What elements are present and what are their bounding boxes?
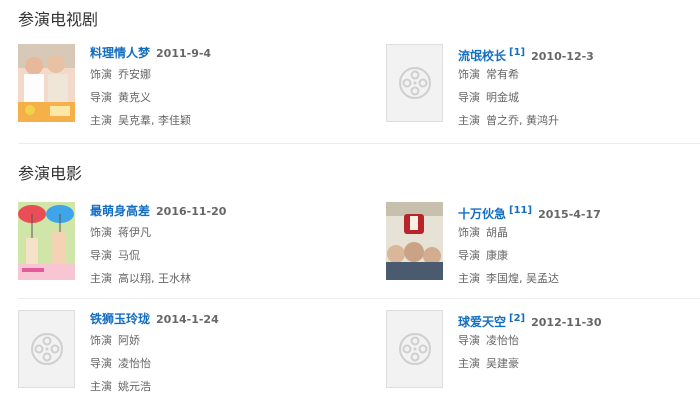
director-label: 导演 xyxy=(90,249,112,262)
section-divider xyxy=(18,143,700,144)
cast-label: 主演 xyxy=(458,357,480,370)
item-title[interactable]: 铁狮玉玲珑 xyxy=(90,312,150,326)
cast-value: 姚元浩 xyxy=(118,380,151,393)
item-title[interactable]: 料理情人梦 xyxy=(90,46,150,60)
cast-label: 主演 xyxy=(458,114,480,127)
role-value: 胡晶 xyxy=(486,226,508,239)
item-title[interactable]: 流氓校长 xyxy=(458,49,506,63)
cast-value: 吴克羣, 李佳颖 xyxy=(118,114,191,127)
cast-label: 主演 xyxy=(90,272,112,285)
movie-item-2[interactable]: 十万伙急 [11] 2015-4-17 饰演 胡晶 导演 康康 主演 李国煌, 吴孟达 xyxy=(386,202,686,286)
role-value: 阿娇 xyxy=(118,334,140,347)
cast-label: 主演 xyxy=(90,114,112,127)
item-date: 2014-1-24 xyxy=(156,313,219,326)
director-value: 康康 xyxy=(486,249,508,262)
item-title[interactable]: 十万伙急 xyxy=(458,207,506,221)
item-info: 最萌身高差 2016-11-20 饰演 蒋伊凡 导演 马侃 主演 高以翔, 王水林 xyxy=(90,202,330,289)
role-label: 饰演 xyxy=(458,68,480,81)
role-label: 饰演 xyxy=(90,334,112,347)
poster-image[interactable] xyxy=(18,44,75,122)
item-date: 2010-12-3 xyxy=(531,50,594,63)
movie-item-3[interactable]: 铁狮玉玲珑 2014-1-24 饰演 阿娇 导演 凌怡怡 主演 姚元浩 xyxy=(18,310,318,394)
director-value: 凌怡怡 xyxy=(118,357,151,370)
item-info: 球爱天空 [2] 2012-11-30 导演 凌怡怡 主演 吴建豪 xyxy=(458,310,698,374)
role-value: 常有希 xyxy=(486,68,519,81)
poster-placeholder[interactable] xyxy=(18,310,75,388)
director-value: 凌怡怡 xyxy=(486,334,519,347)
role-label: 饰演 xyxy=(90,226,112,239)
film-reel-icon xyxy=(398,333,431,365)
director-value: 黄克义 xyxy=(118,91,151,104)
cast-label: 主演 xyxy=(90,380,112,393)
director-label: 导演 xyxy=(458,91,480,104)
item-info: 十万伙急 [11] 2015-4-17 饰演 胡晶 导演 康康 主演 李国煌, 吴孟达 xyxy=(458,202,698,289)
role-label: 饰演 xyxy=(458,226,480,239)
role-value: 乔安娜 xyxy=(118,68,151,81)
citation-link[interactable]: [11] xyxy=(509,205,532,216)
director-value: 明金城 xyxy=(486,91,519,104)
item-title[interactable]: 最萌身高差 xyxy=(90,204,150,218)
item-info: 料理情人梦 2011-9-4 饰演 乔安娜 导演 黄克义 主演 吴克羣, 李佳颖 xyxy=(90,44,330,131)
movie-item-1[interactable]: 最萌身高差 2016-11-20 饰演 蒋伊凡 导演 马侃 主演 高以翔, 王水林 xyxy=(18,202,318,286)
item-date: 2016-11-20 xyxy=(156,205,227,218)
item-info: 铁狮玉玲珑 2014-1-24 饰演 阿娇 导演 凌怡怡 主演 姚元浩 xyxy=(90,310,330,397)
director-label: 导演 xyxy=(90,357,112,370)
section-title-movies: 参演电影 xyxy=(18,164,83,183)
role-value: 蒋伊凡 xyxy=(118,226,151,239)
director-label: 导演 xyxy=(458,334,480,347)
item-title[interactable]: 球爱天空 xyxy=(458,315,506,329)
cast-value: 李国煌, 吴孟达 xyxy=(486,272,559,285)
item-info: 流氓校长 [1] 2010-12-3 饰演 常有希 导演 明金城 主演 曾之乔, 黄鸿升 xyxy=(458,44,698,131)
section-title-tv: 参演电视剧 xyxy=(18,10,99,29)
poster-placeholder[interactable] xyxy=(386,310,443,388)
cast-value: 吴建豪 xyxy=(486,357,519,370)
director-label: 导演 xyxy=(90,91,112,104)
tv-item-1[interactable]: 料理情人梦 2011-9-4 饰演 乔安娜 导演 黄克义 主演 吴克羣, 李佳颖 xyxy=(18,44,318,128)
role-label: 饰演 xyxy=(90,68,112,81)
row-divider xyxy=(18,298,700,299)
director-label: 导演 xyxy=(458,249,480,262)
film-reel-icon xyxy=(398,67,431,99)
citation-link[interactable]: [1] xyxy=(509,47,525,58)
item-date: 2015-4-17 xyxy=(538,208,601,221)
film-reel-icon xyxy=(30,333,63,365)
item-date: 2012-11-30 xyxy=(531,316,602,329)
director-value: 马侃 xyxy=(118,249,140,262)
citation-link[interactable]: [2] xyxy=(509,313,525,324)
cast-label: 主演 xyxy=(458,272,480,285)
cast-value: 高以翔, 王水林 xyxy=(118,272,191,285)
poster-image[interactable] xyxy=(18,202,75,280)
item-date: 2011-9-4 xyxy=(156,47,212,60)
poster-image[interactable] xyxy=(386,202,443,280)
poster-placeholder[interactable] xyxy=(386,44,443,122)
movie-item-4[interactable]: 球爱天空 [2] 2012-11-30 导演 凌怡怡 主演 吴建豪 xyxy=(386,310,686,394)
tv-item-2[interactable]: 流氓校长 [1] 2010-12-3 饰演 常有希 导演 明金城 主演 曾之乔, 黄鸿升 xyxy=(386,44,686,128)
cast-value: 曾之乔, 黄鸿升 xyxy=(486,114,559,127)
